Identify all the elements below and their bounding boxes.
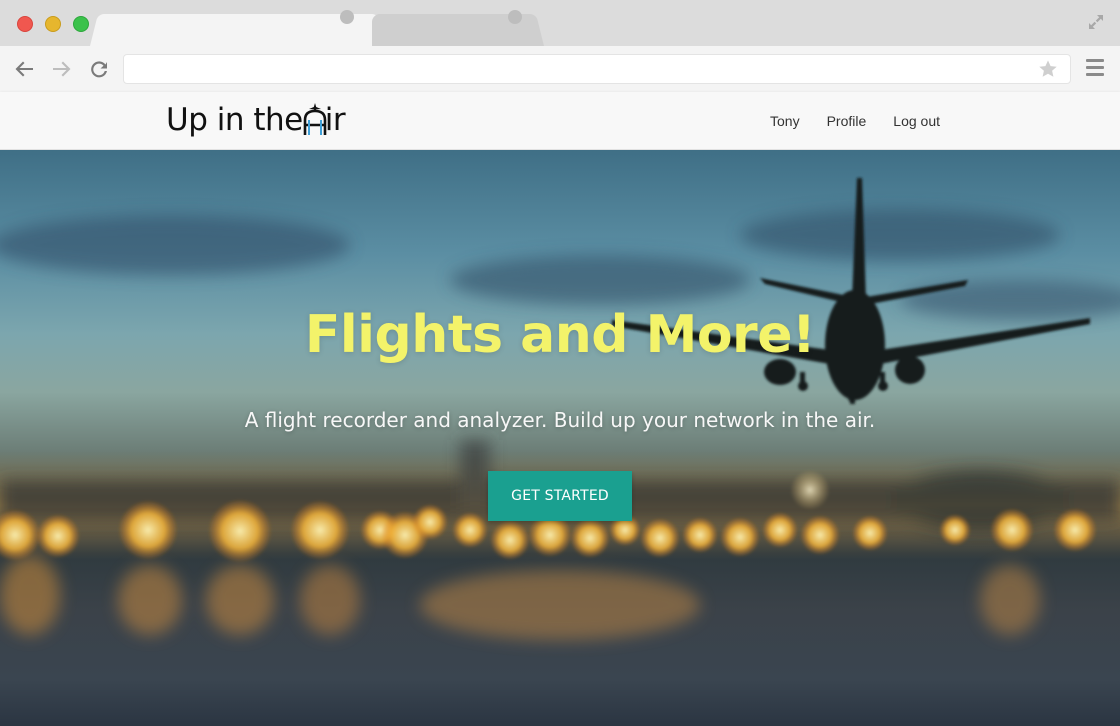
minimize-window-button[interactable] [45,16,61,32]
hero-content: Flights and More! A flight recorder and … [0,150,1120,726]
hero-subtitle: A flight recorder and analyzer. Build up… [244,408,876,432]
nav-link-user[interactable]: Tony [770,113,800,129]
menu-icon[interactable] [1086,59,1104,77]
browser-toolbar [0,46,1120,92]
tab-close-icon[interactable] [340,10,354,24]
airplane-a-icon [303,103,327,135]
reload-icon[interactable] [86,56,112,82]
nav-links: Tony Profile Log out [743,92,940,150]
brand-text-suffix: ir [324,102,346,138]
site-navbar: Up in the ir Tony Profile Log out [0,92,1120,150]
back-arrow-icon[interactable] [11,56,37,82]
browser-chrome [0,0,1120,92]
browser-tab-active[interactable] [102,14,374,46]
site-logo[interactable]: Up in the ir [166,100,346,140]
forward-arrow-icon[interactable] [49,56,75,82]
fullscreen-icon[interactable] [1086,12,1106,32]
close-window-button[interactable] [17,16,33,32]
get-started-button[interactable]: GET STARTED [488,471,632,521]
nav-link-logout[interactable]: Log out [893,113,940,129]
bookmark-star-icon[interactable] [1038,59,1058,79]
maximize-window-button[interactable] [73,16,89,32]
hero-section: Flights and More! A flight recorder and … [0,150,1120,726]
brand-text-prefix: Up in the [166,102,303,138]
nav-link-profile[interactable]: Profile [827,113,867,129]
tab-close-icon[interactable] [508,10,522,24]
hero-title: Flights and More! [304,305,816,365]
address-bar-input[interactable] [123,54,1071,84]
